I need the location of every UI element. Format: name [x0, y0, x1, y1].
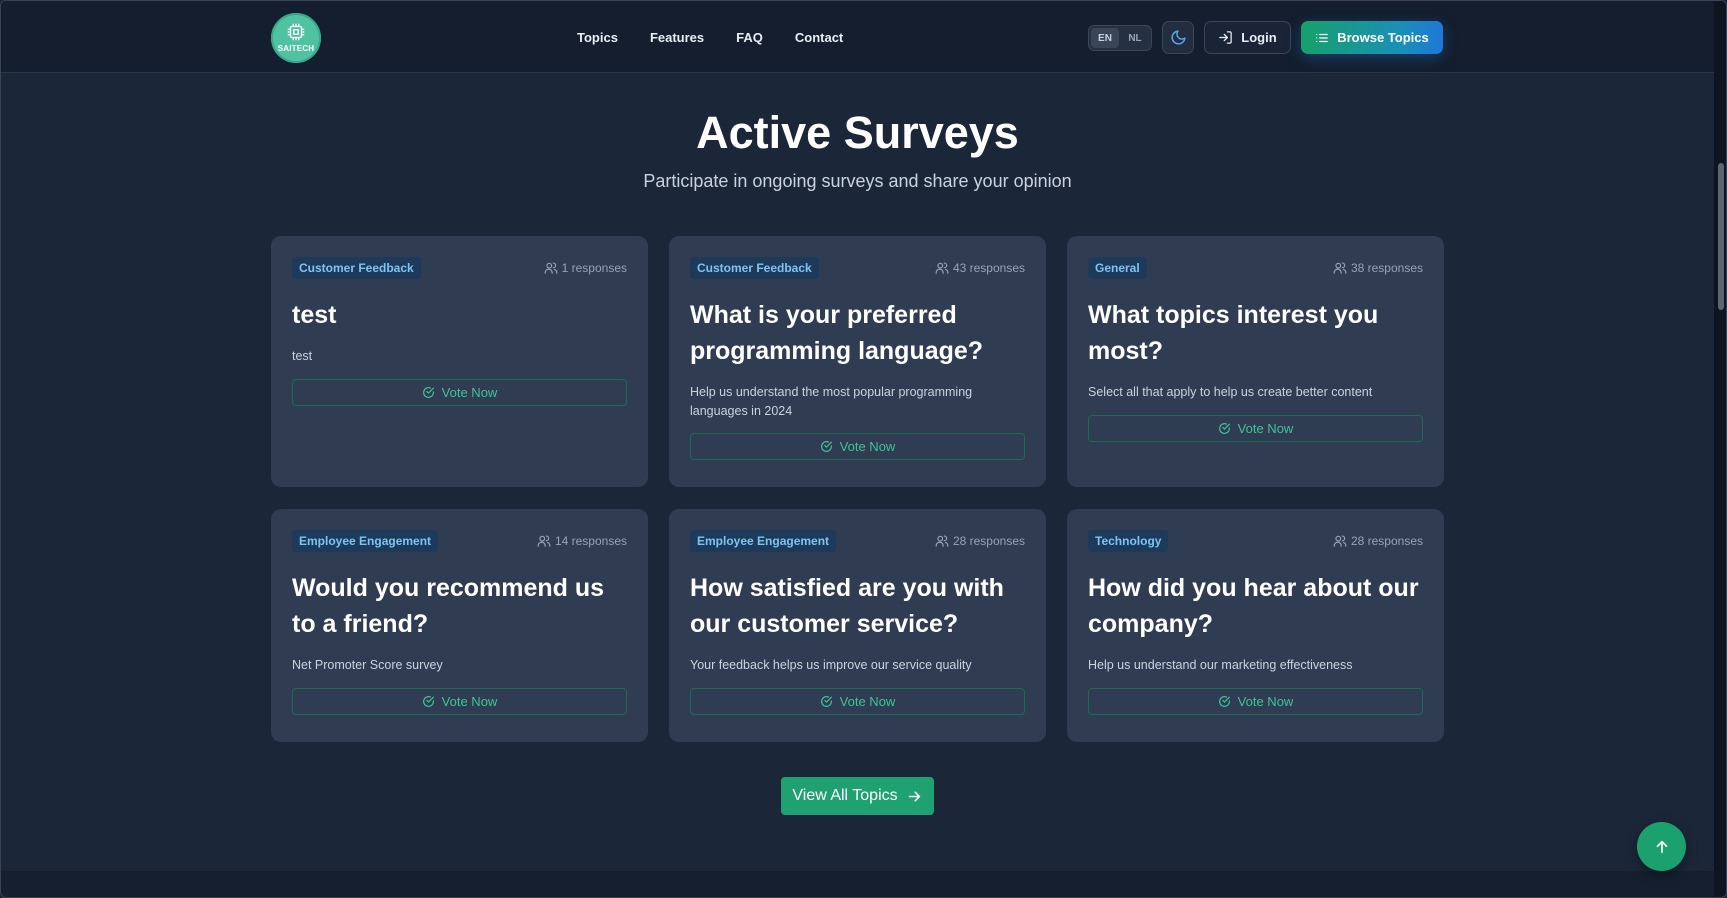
response-count: 28 responses	[935, 534, 1025, 548]
browser-viewport: SAITECH Topics Features FAQ Contact EN N…	[0, 0, 1727, 898]
category-badge: Customer Feedback	[690, 257, 819, 279]
vote-now-label: Vote Now	[839, 693, 896, 709]
survey-description: Your feedback helps us improve our servi…	[690, 658, 972, 672]
check-circle-icon	[820, 695, 832, 707]
users-icon	[935, 262, 949, 274]
vote-now-button[interactable]: Vote Now	[292, 687, 627, 715]
nav-topics[interactable]: Topics	[577, 30, 618, 45]
list-icon	[1316, 33, 1329, 42]
page-scrollbar[interactable]	[1714, 1, 1726, 897]
survey-title: What topics interest you most?	[1088, 301, 1379, 365]
category-badge: Employee Engagement	[292, 530, 439, 552]
view-all-topics-button[interactable]: View All Topics	[781, 777, 934, 815]
response-count-text: 28 responses	[952, 534, 1025, 548]
chip-icon	[287, 23, 305, 40]
response-count: 38 responses	[1333, 261, 1423, 275]
response-count-text: 1 responses	[561, 261, 627, 275]
vote-now-button[interactable]: Vote Now	[690, 433, 1025, 460]
browse-topics-button[interactable]: Browse Topics	[1301, 21, 1443, 54]
browse-topics-label: Browse Topics	[1337, 30, 1429, 45]
top-navbar: SAITECH Topics Features FAQ Contact EN N…	[1, 1, 1714, 73]
survey-card: General 38 responses What topics interes…	[1067, 236, 1444, 487]
theme-toggle-button[interactable]	[1162, 21, 1194, 54]
login-label: Login	[1241, 30, 1277, 45]
vote-now-button[interactable]: Vote Now	[690, 687, 1025, 715]
response-count-text: 43 responses	[952, 261, 1025, 275]
response-count-text: 38 responses	[1350, 261, 1423, 275]
login-icon	[1219, 31, 1233, 44]
footer-edge	[1, 871, 1714, 897]
vote-now-button[interactable]: Vote Now	[292, 378, 627, 406]
response-count: 43 responses	[935, 261, 1025, 275]
survey-card: Employee Engagement 28 responses How sat…	[669, 509, 1046, 742]
nav-features[interactable]: Features	[650, 30, 704, 45]
response-count-text: 28 responses	[1350, 534, 1423, 548]
survey-title: What is your preferred programming langu…	[690, 301, 984, 365]
moon-icon	[1171, 30, 1186, 45]
page-subtitle: Participate in ongoing surveys and share…	[643, 171, 1072, 191]
response-count: 28 responses	[1333, 534, 1423, 548]
nav-faq[interactable]: FAQ	[736, 30, 763, 45]
view-all-topics-label: View All Topics	[792, 787, 898, 804]
login-button[interactable]: Login	[1204, 21, 1291, 54]
category-badge: General	[1088, 257, 1147, 279]
page-title: Active Surveys	[696, 107, 1019, 158]
vote-now-label: Vote Now	[1237, 420, 1294, 436]
check-circle-icon	[422, 695, 434, 707]
lang-nl-button[interactable]: NL	[1121, 28, 1149, 48]
check-circle-icon	[422, 386, 434, 398]
arrow-up-icon	[1656, 840, 1667, 853]
vote-now-label: Vote Now	[1237, 693, 1294, 709]
survey-title: Would you recommend us to a friend?	[292, 574, 605, 638]
nav-contact[interactable]: Contact	[795, 30, 843, 45]
users-icon	[935, 535, 949, 547]
users-icon	[537, 535, 551, 547]
response-count-text: 14 responses	[554, 534, 627, 548]
vote-now-button[interactable]: Vote Now	[1088, 414, 1423, 442]
survey-title: How did you hear about our company?	[1088, 574, 1419, 638]
survey-description: test	[292, 349, 313, 363]
vote-now-label: Vote Now	[441, 384, 498, 400]
survey-card: Customer Feedback 43 responses What is y…	[669, 236, 1046, 487]
users-icon	[1333, 535, 1347, 547]
check-circle-icon	[1218, 695, 1230, 707]
users-icon	[544, 262, 558, 274]
survey-card: Employee Engagement 14 responses Would y…	[271, 509, 648, 742]
check-circle-icon	[1218, 422, 1230, 434]
vote-now-label: Vote Now	[839, 439, 896, 454]
users-icon	[1333, 262, 1347, 274]
category-badge: Technology	[1088, 530, 1169, 552]
survey-title: How satisfied are you with our customer …	[690, 574, 1004, 638]
vote-now-button[interactable]: Vote Now	[1088, 687, 1423, 715]
category-badge: Employee Engagement	[690, 530, 837, 552]
survey-description: Help us understand the most popular prog…	[690, 385, 973, 418]
language-switcher: EN NL	[1088, 25, 1152, 51]
survey-description: Net Promoter Score survey	[292, 658, 443, 672]
arrow-right-icon	[908, 790, 920, 802]
survey-title: test	[292, 301, 337, 329]
scroll-to-top-button[interactable]	[1637, 822, 1686, 871]
vote-now-label: Vote Now	[441, 693, 498, 709]
logo-text: SAITECH	[277, 43, 315, 53]
category-badge: Customer Feedback	[292, 257, 421, 279]
response-count: 14 responses	[537, 534, 627, 548]
survey-card: Technology 28 responses How did you hear…	[1067, 509, 1444, 742]
main-nav: Topics Features FAQ Contact	[577, 1, 843, 73]
survey-description: Help us understand our marketing effecti…	[1088, 658, 1353, 672]
survey-card: Customer Feedback 1 responses test test …	[271, 236, 648, 487]
survey-description: Select all that apply to help us create …	[1088, 385, 1373, 399]
logo[interactable]: SAITECH	[271, 13, 321, 63]
response-count: 1 responses	[544, 261, 627, 275]
check-circle-icon	[820, 441, 832, 452]
lang-en-button[interactable]: EN	[1091, 28, 1119, 48]
scrollbar-thumb[interactable]	[1718, 163, 1724, 310]
